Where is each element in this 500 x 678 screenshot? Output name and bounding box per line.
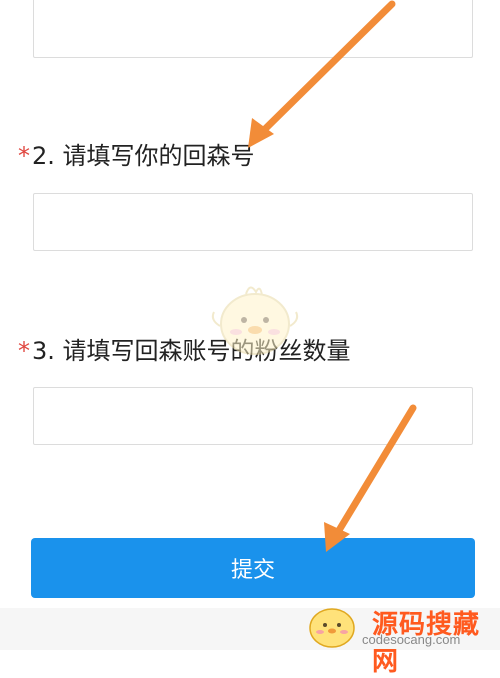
question-2-text: 2. 请填写你的回森号 bbox=[32, 142, 255, 170]
chick-mascot-watermark-icon bbox=[211, 286, 299, 355]
follower-count-input[interactable] bbox=[33, 387, 473, 445]
required-asterisk: * bbox=[18, 337, 30, 365]
watermark-url: codesocang.com bbox=[362, 632, 461, 647]
question-2-label: *2. 请填写你的回森号 bbox=[18, 136, 255, 171]
required-asterisk: * bbox=[18, 142, 30, 170]
previous-answer-input[interactable] bbox=[33, 0, 473, 58]
honsen-id-input[interactable] bbox=[33, 193, 473, 251]
submit-button[interactable]: 提交 bbox=[31, 538, 475, 598]
chick-logo-icon bbox=[309, 608, 355, 648]
